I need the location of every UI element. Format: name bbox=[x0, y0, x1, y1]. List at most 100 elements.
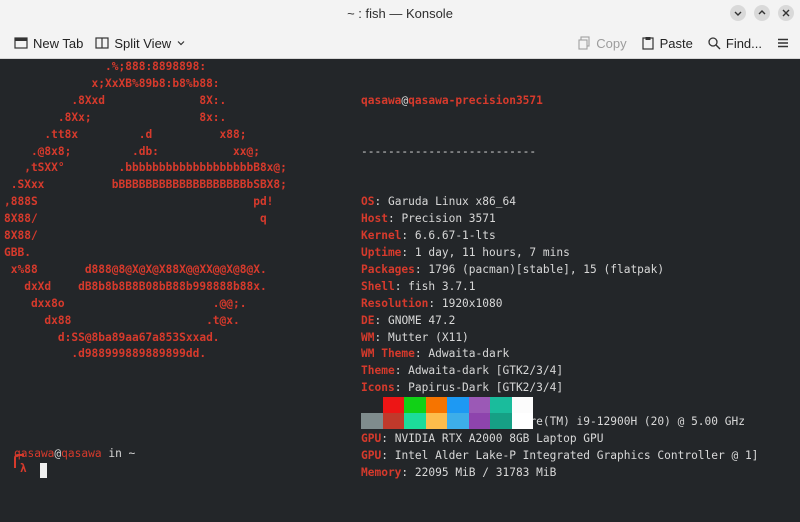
find-button[interactable]: Find... bbox=[701, 30, 768, 56]
logo-line: .8Xxd 8X:. bbox=[4, 93, 227, 107]
info-value: Garuda Linux x86_64 bbox=[387, 195, 516, 209]
logo-line: .%;888:8898898: bbox=[4, 60, 207, 73]
paste-button[interactable]: Paste bbox=[635, 30, 699, 56]
logo-line: x%88 d888@8@X@X@X88X@@XX@@X@8@X. bbox=[4, 262, 267, 276]
info-row: WM Theme: Adwaita-dark bbox=[361, 347, 510, 361]
logo-line: 8X88/ bbox=[4, 229, 38, 243]
prompt-in: in bbox=[101, 447, 129, 460]
copy-button[interactable]: Copy bbox=[571, 30, 632, 56]
info-row: GPU: NVIDIA RTX A2000 8GB Laptop GPU bbox=[361, 431, 604, 445]
palette-swatch bbox=[511, 397, 533, 413]
palette-row-bottom bbox=[361, 413, 533, 429]
info-row: GPU: Intel Alder Lake-P Integrated Graph… bbox=[361, 448, 759, 462]
split-view-label: Split View bbox=[114, 35, 172, 51]
info-key: DE bbox=[361, 313, 375, 327]
info-value: 1 day, 11 hours, 7 mins bbox=[414, 245, 570, 259]
maximize-icon bbox=[758, 10, 766, 15]
hamburger-menu-icon bbox=[778, 38, 788, 48]
info-user: qasawa bbox=[361, 93, 402, 107]
info-key: WM bbox=[361, 330, 375, 344]
prompt-cwd: ~ bbox=[128, 447, 136, 460]
new-tab-icon bbox=[14, 37, 28, 49]
new-tab-button[interactable]: New Tab bbox=[8, 30, 89, 56]
info-value: Adwaita-dark bbox=[428, 347, 510, 361]
palette-swatch bbox=[404, 397, 426, 413]
palette-swatch bbox=[361, 397, 383, 413]
logo-line: dx88 .t@x. bbox=[4, 313, 240, 327]
info-row: OS: Garuda Linux x86_64 bbox=[361, 195, 516, 209]
palette-swatch bbox=[404, 413, 426, 429]
info-row: Packages: 1796 (pacman)[stable], 15 (fla… bbox=[361, 262, 665, 276]
logo-line: dxx8o .@@;. bbox=[4, 296, 247, 310]
logo-line: dxXd dB8b8b8B8B08bB88b998888b88x. bbox=[4, 279, 267, 293]
info-key: Packages bbox=[361, 262, 415, 276]
palette-swatch bbox=[425, 413, 447, 429]
search-icon bbox=[708, 37, 721, 50]
copy-icon bbox=[578, 36, 590, 50]
chevron-down-icon bbox=[177, 41, 185, 46]
color-palette bbox=[361, 397, 533, 429]
title-bar[interactable]: ~ : fish — Konsole bbox=[0, 0, 800, 26]
palette-swatch bbox=[382, 413, 404, 429]
info-row: Icons: Papirus-Dark [GTK2/3/4] bbox=[361, 381, 564, 395]
info-value: Intel Alder Lake-P Integrated Graphics C… bbox=[394, 448, 759, 462]
logo-line: .SXxx bBBBBBBBBBBBBBBBBBBBbSBX8; bbox=[4, 178, 287, 192]
info-row: Uptime: 1 day, 11 hours, 7 mins bbox=[361, 245, 570, 259]
info-row: Shell: fish 3.7.1 bbox=[361, 279, 476, 293]
info-row: Resolution: 1920x1080 bbox=[361, 296, 503, 310]
info-key: Shell bbox=[361, 279, 395, 293]
konsole-window: ~ : fish — Konsole New Tab Split View Co… bbox=[0, 0, 800, 522]
info-value: 1796 (pacman)[stable], 15 (flatpak) bbox=[428, 262, 665, 276]
info-value: Adwaita-dark [GTK2/3/4] bbox=[408, 364, 564, 378]
logo-line: ,tSXX° .bbbbbbbbbbbbbbbbbbbB8x@; bbox=[4, 161, 287, 175]
info-key: Theme bbox=[361, 364, 395, 378]
paste-icon bbox=[642, 37, 654, 50]
close-button[interactable] bbox=[778, 5, 794, 21]
main-menu-button[interactable] bbox=[770, 30, 796, 56]
minimize-button[interactable] bbox=[730, 5, 746, 21]
info-key: GPU bbox=[361, 431, 382, 445]
system-info: qasawa@qasawa-precision3571 ------------… bbox=[361, 59, 758, 515]
split-view-button[interactable]: Split View bbox=[89, 30, 192, 56]
palette-swatch bbox=[447, 413, 469, 429]
logo-line: .8Xx; 8x:. bbox=[4, 110, 227, 124]
new-tab-label: New Tab bbox=[33, 35, 84, 51]
minimize-icon bbox=[734, 11, 742, 16]
prompt-host: qasawa bbox=[61, 447, 102, 460]
info-value: NVIDIA RTX A2000 8GB Laptop GPU bbox=[394, 431, 604, 445]
shell-prompt: qasawa@qasawa in ~ bbox=[14, 445, 135, 462]
palette-swatch bbox=[490, 397, 512, 413]
info-value: 6.6.67-1-lts bbox=[414, 229, 496, 243]
info-key: Uptime bbox=[361, 245, 402, 259]
info-value: GNOME 47.2 bbox=[387, 313, 456, 327]
copy-label: Copy bbox=[596, 35, 627, 51]
maximize-button[interactable] bbox=[754, 5, 770, 21]
info-value: 1920x1080 bbox=[441, 296, 503, 310]
window-controls bbox=[730, 5, 794, 21]
info-value: Mutter (X11) bbox=[387, 330, 469, 344]
palette-swatch bbox=[425, 397, 447, 413]
logo-line: 8X88/ q bbox=[4, 212, 267, 226]
logo-line: GBB. bbox=[4, 245, 31, 259]
palette-swatch bbox=[468, 397, 490, 413]
info-value: Papirus-Dark [GTK2/3/4] bbox=[408, 381, 564, 395]
palette-swatch bbox=[490, 413, 512, 429]
info-key: Host bbox=[361, 212, 388, 226]
palette-row-top bbox=[361, 397, 533, 413]
info-value: fish 3.7.1 bbox=[408, 279, 476, 293]
terminal-area[interactable]: .%;888:8898898: x;XxXB%89b8:b8%b88: .8Xx… bbox=[0, 59, 800, 522]
info-host: qasawa-precision3571 bbox=[408, 93, 543, 107]
info-key: Memory bbox=[361, 465, 402, 479]
logo-line: .d988999889889899dd. bbox=[4, 347, 207, 361]
info-key: Icons bbox=[361, 381, 395, 395]
logo-line: .tt8x .d x88; bbox=[4, 127, 247, 141]
logo-line: .@8x8; .db: xx@; bbox=[4, 144, 260, 158]
user-host-line: qasawa@qasawa-precision3571 bbox=[361, 93, 543, 107]
info-separator: -------------------------- bbox=[361, 144, 537, 158]
info-row: Memory: 22095 MiB / 31783 MiB bbox=[361, 465, 557, 479]
info-key: Kernel bbox=[361, 229, 402, 243]
window-title: ~ : fish — Konsole bbox=[347, 5, 453, 21]
palette-swatch bbox=[468, 413, 490, 429]
info-key: WM Theme bbox=[361, 347, 415, 361]
logo-line: x;XxXB%89b8:b8%b88: bbox=[4, 76, 220, 90]
